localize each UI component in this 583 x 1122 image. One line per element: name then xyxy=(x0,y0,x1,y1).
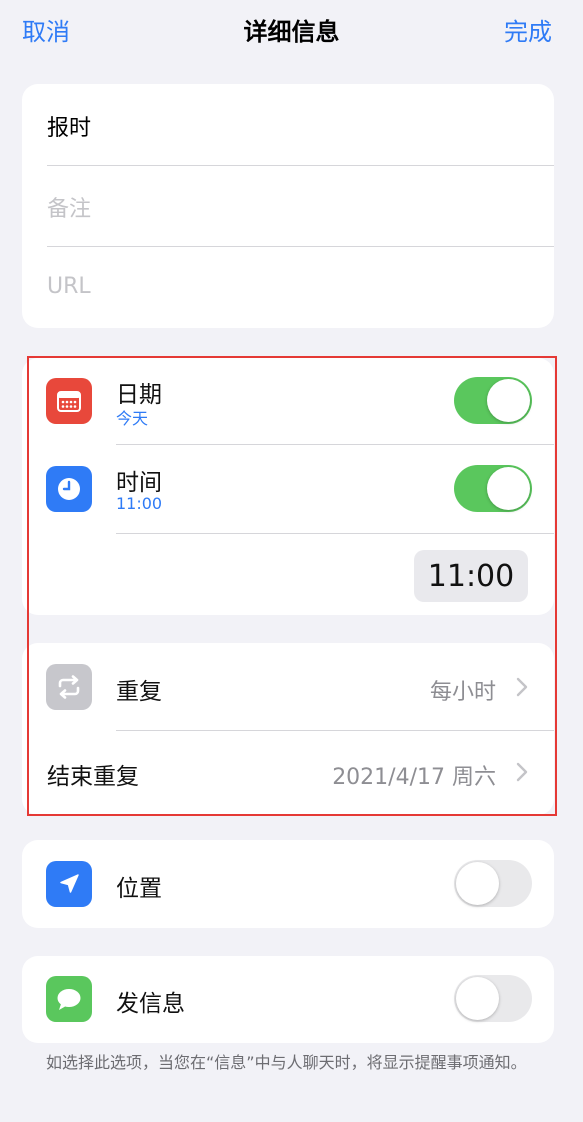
page-title: 详细信息 xyxy=(243,18,340,46)
messaging-footnote: 如选择此选项，当您在“信息”中与人聊天时，将显示提醒事项通知。 xyxy=(46,1053,527,1072)
location-label: 位置 xyxy=(116,876,162,902)
messaging-label: 发信息 xyxy=(116,991,185,1017)
notes-input[interactable]: 备注 xyxy=(47,191,91,223)
repeat-icon xyxy=(46,664,92,710)
clock-icon xyxy=(46,466,92,512)
time-label: 时间 xyxy=(116,470,162,496)
date-value[interactable]: 今天 xyxy=(116,405,148,429)
toggle-knob xyxy=(487,379,530,422)
divider xyxy=(47,246,554,247)
calendar-icon xyxy=(46,378,92,424)
time-value[interactable]: 11:00 xyxy=(116,494,162,513)
location-card: 位置 xyxy=(22,840,554,928)
end-repeat-value[interactable]: 2021/4/17 周六 xyxy=(332,759,496,791)
time-toggle[interactable] xyxy=(454,465,532,512)
divider xyxy=(116,444,554,445)
toggle-knob xyxy=(487,467,530,510)
end-repeat-label[interactable]: 结束重复 xyxy=(47,757,139,791)
date-label: 日期 xyxy=(116,382,162,408)
date-toggle[interactable] xyxy=(454,377,532,424)
repeat-label[interactable]: 重复 xyxy=(116,672,162,706)
toggle-knob xyxy=(456,862,499,905)
divider xyxy=(116,533,554,534)
navigation-bar: 取消 详细信息 完成 xyxy=(0,0,583,58)
toggle-knob xyxy=(456,977,499,1020)
messaging-card: 发信息 xyxy=(22,956,554,1043)
repeat-value[interactable]: 每小时 xyxy=(430,674,496,706)
location-toggle[interactable] xyxy=(454,860,532,907)
datetime-card: 日期 今天 时间 11:00 11:00 xyxy=(22,358,554,615)
divider xyxy=(47,165,554,166)
title-input[interactable]: 报时 xyxy=(47,110,91,142)
repeat-card: 重复 每小时 结束重复 2021/4/17 周六 xyxy=(22,643,554,815)
chevron-right-icon xyxy=(516,762,528,782)
chevron-right-icon xyxy=(516,677,528,697)
time-picker-button[interactable]: 11:00 xyxy=(414,550,528,602)
url-input[interactable]: URL xyxy=(47,274,91,299)
done-button[interactable]: 完成 xyxy=(504,12,552,47)
details-card: 报时 备注 URL xyxy=(22,84,554,328)
messaging-toggle[interactable] xyxy=(454,975,532,1022)
message-bubble-icon xyxy=(46,976,92,1022)
location-arrow-icon xyxy=(46,861,92,907)
divider xyxy=(116,730,554,731)
